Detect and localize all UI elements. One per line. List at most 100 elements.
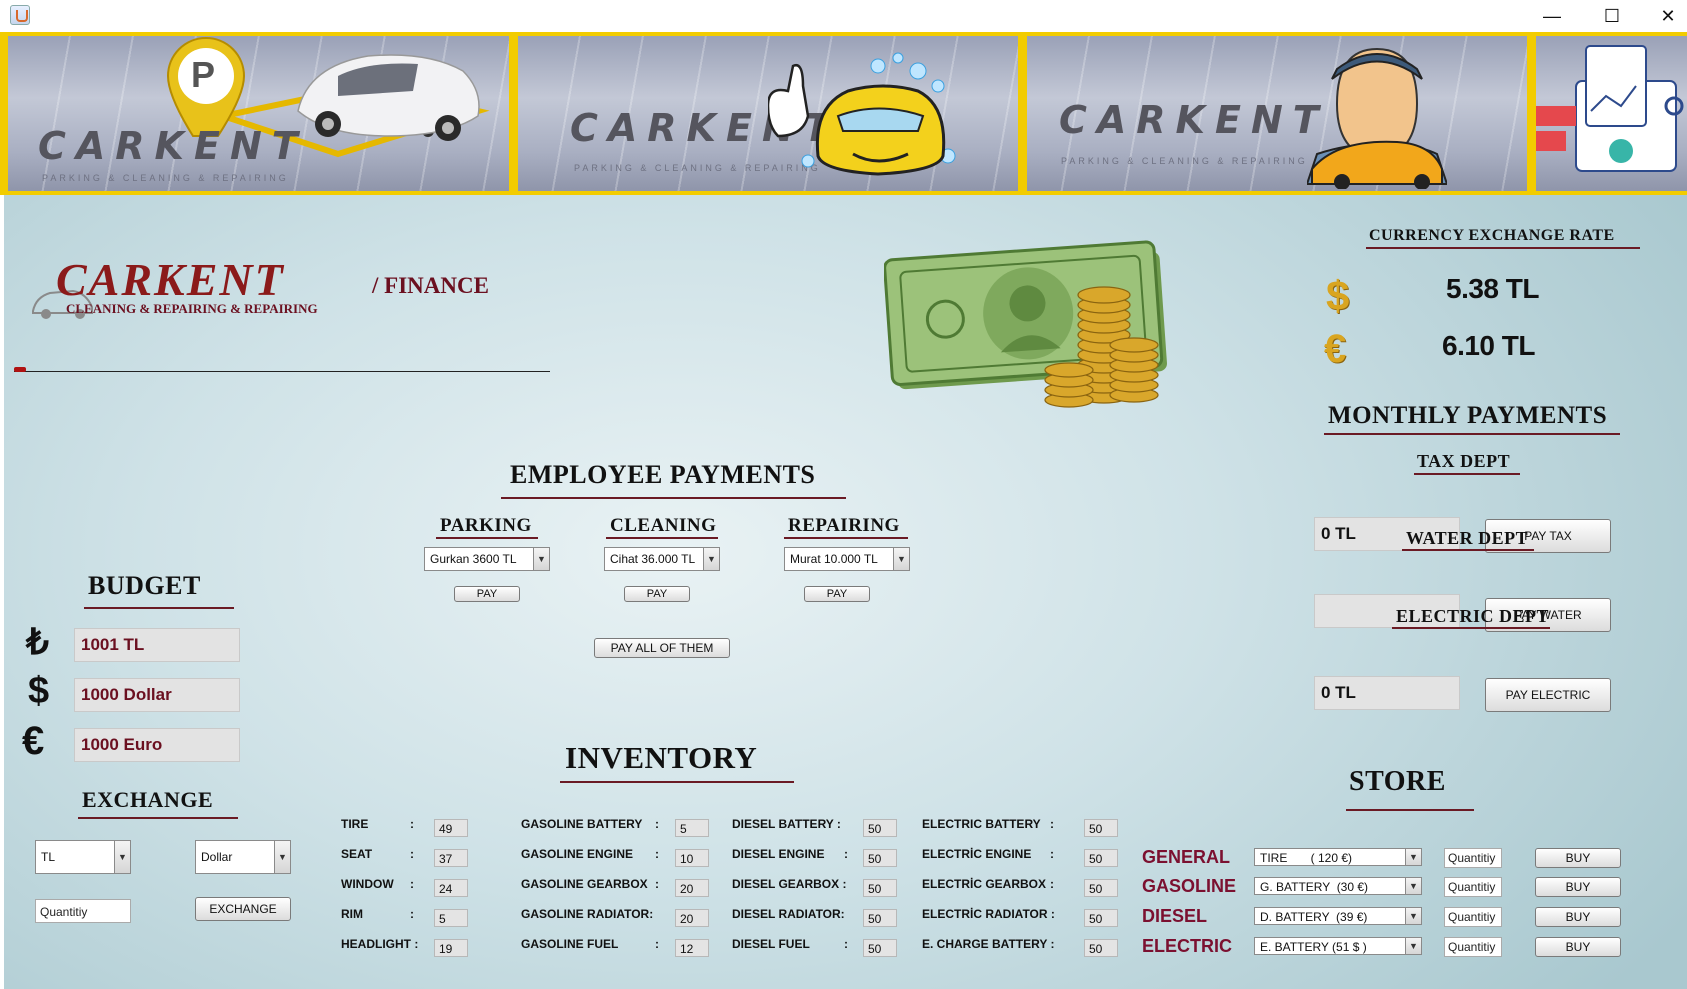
repairing-underline bbox=[784, 537, 908, 539]
budget-dollar-field[interactable]: 1000 Dollar bbox=[74, 678, 240, 712]
buy-diesel-button[interactable]: BUY bbox=[1535, 907, 1621, 927]
banner-panel-repairing: CARKENT PARKING & CLEANING & REPAIRING bbox=[1027, 36, 1527, 191]
inventory-label: DIESEL FUEL bbox=[732, 937, 810, 951]
inventory-value[interactable]: 50 bbox=[1084, 879, 1118, 897]
inventory-title-underline bbox=[560, 781, 794, 783]
finance-main-panel: CARKENT / FINANCE CLEANING & REPAIRING &… bbox=[4, 195, 1687, 989]
inventory-value[interactable]: 49 bbox=[434, 819, 468, 837]
inventory-label: SEAT bbox=[341, 847, 373, 861]
store-gasoline-quantity[interactable]: Quantitiy bbox=[1444, 877, 1502, 897]
banner-brand: CARKENT bbox=[38, 124, 308, 168]
pay-all-button[interactable]: PAY ALL OF THEM bbox=[594, 638, 730, 658]
inventory-value[interactable]: 50 bbox=[863, 939, 897, 957]
inventory-colon: : bbox=[655, 877, 659, 891]
store-general-quantity[interactable]: Quantitiy bbox=[1444, 848, 1502, 868]
budget-euro-field[interactable]: 1000 Euro bbox=[74, 728, 240, 762]
store-general-select[interactable]: TIRE ( 120 €) ▼ bbox=[1254, 848, 1422, 866]
gold-dollar-icon: $ bbox=[1326, 272, 1350, 319]
maximize-button[interactable]: ☐ bbox=[1584, 0, 1640, 32]
exchange-quantity-input[interactable]: Quantitiy bbox=[35, 899, 131, 923]
chevron-down-icon: ▼ bbox=[114, 841, 130, 873]
inventory-colon: : bbox=[655, 937, 659, 951]
inventory-value[interactable]: 50 bbox=[1084, 819, 1118, 837]
pay-repairing-button[interactable]: PAY bbox=[804, 586, 870, 602]
store-electric-quantity[interactable]: Quantitiy bbox=[1444, 937, 1502, 957]
budget-tl-field[interactable]: 1001 TL bbox=[74, 628, 240, 662]
inventory-label: GASOLINE BATTERY bbox=[521, 817, 643, 831]
store-electric-select[interactable]: E. BATTERY (51 $ ) ▼ bbox=[1254, 937, 1422, 955]
parking-label: PARKING bbox=[440, 515, 532, 536]
inventory-label: ELECTRİC GEARBOX bbox=[922, 877, 1047, 891]
minimize-button[interactable]: — bbox=[1524, 0, 1580, 32]
currency-title-underline bbox=[1366, 247, 1640, 249]
budget-title-underline bbox=[84, 607, 234, 609]
inventory-colon: : bbox=[1050, 877, 1054, 891]
inventory-value[interactable]: 19 bbox=[434, 939, 468, 957]
electric-amount-field[interactable]: 0 TL bbox=[1314, 676, 1460, 710]
inventory-label: HEADLIGHT : bbox=[341, 937, 419, 951]
inventory-label: DIESEL GEARBOX : bbox=[732, 877, 847, 891]
inventory-value[interactable]: 20 bbox=[675, 909, 709, 927]
chevron-down-icon: ▼ bbox=[533, 548, 549, 570]
tax-dept-label: TAX DEPT bbox=[1417, 451, 1511, 471]
inventory-label: RIM bbox=[341, 907, 363, 921]
buy-gasoline-button[interactable]: BUY bbox=[1535, 877, 1621, 897]
inventory-value[interactable]: 50 bbox=[1084, 849, 1118, 867]
banner-tagline: PARKING & CLEANING & REPAIRING bbox=[1061, 156, 1308, 166]
inventory-value[interactable]: 50 bbox=[863, 879, 897, 897]
exchange-from-value: TL bbox=[41, 850, 56, 864]
cleaning-employee-select[interactable]: Cihat 36.000 TL ▼ bbox=[604, 547, 720, 571]
inventory-value[interactable]: 37 bbox=[434, 849, 468, 867]
inventory-value[interactable]: 50 bbox=[1084, 939, 1118, 957]
mechanic-illustration bbox=[1307, 47, 1447, 189]
electric-dept-label: ELECTRIC DEPT bbox=[1396, 606, 1550, 626]
buy-electric-button[interactable]: BUY bbox=[1535, 937, 1621, 957]
inventory-colon: : bbox=[844, 847, 848, 861]
inventory-label: GASOLINE GEARBOX bbox=[521, 877, 648, 891]
pay-cleaning-button[interactable]: PAY bbox=[624, 586, 690, 602]
inventory-label: DIESEL RADIATOR: bbox=[732, 907, 845, 921]
store-electric-value: E. BATTERY (51 $ ) bbox=[1260, 940, 1367, 954]
parking-employee-select[interactable]: Gurkan 3600 TL ▼ bbox=[424, 547, 550, 571]
store-general-value: TIRE ( 120 €) bbox=[1260, 851, 1353, 865]
inventory-value[interactable]: 5 bbox=[434, 909, 468, 927]
inventory-colon: : bbox=[410, 877, 414, 891]
inventory-value[interactable]: 50 bbox=[863, 819, 897, 837]
chevron-down-icon: ▼ bbox=[893, 548, 909, 570]
buy-general-button[interactable]: BUY bbox=[1535, 848, 1621, 868]
store-diesel-value: D. BATTERY (39 €) bbox=[1260, 910, 1368, 924]
inventory-value[interactable]: 50 bbox=[863, 849, 897, 867]
pay-parking-button[interactable]: PAY bbox=[454, 586, 520, 602]
inventory-colon: : bbox=[1050, 817, 1054, 831]
repairing-employee-select[interactable]: Murat 10.000 TL ▼ bbox=[784, 547, 910, 571]
inventory-label: E. CHARGE BATTERY : bbox=[922, 937, 1055, 951]
inventory-value[interactable]: 5 bbox=[675, 819, 709, 837]
exchange-from-select[interactable]: TL ▼ bbox=[35, 840, 131, 874]
chevron-down-icon: ▼ bbox=[1405, 878, 1421, 894]
store-diesel-select[interactable]: D. BATTERY (39 €) ▼ bbox=[1254, 907, 1422, 925]
store-gasoline-select[interactable]: G. BATTERY (30 €) ▼ bbox=[1254, 877, 1422, 895]
inventory-label: ELECTRİC RADIATOR : bbox=[922, 907, 1055, 921]
app-window: — ☐ ✕ P CARKENT PARKING & CLEANING & REP… bbox=[0, 0, 1687, 989]
inventory-label: WINDOW bbox=[341, 877, 394, 891]
chevron-down-icon: ▼ bbox=[703, 548, 719, 570]
pay-electric-button[interactable]: PAY ELECTRIC bbox=[1485, 678, 1611, 712]
electric-dept-underline bbox=[1392, 627, 1550, 629]
inventory-label: TIRE bbox=[341, 817, 369, 831]
inventory-value[interactable]: 20 bbox=[675, 879, 709, 897]
inventory-value[interactable]: 24 bbox=[434, 879, 468, 897]
inventory-value[interactable]: 50 bbox=[863, 909, 897, 927]
cleaning-underline bbox=[606, 537, 718, 539]
chevron-down-icon: ▼ bbox=[1405, 849, 1421, 865]
inventory-value[interactable]: 10 bbox=[675, 849, 709, 867]
exchange-to-select[interactable]: Dollar ▼ bbox=[195, 840, 291, 874]
inventory-label: DIESEL BATTERY : bbox=[732, 817, 841, 831]
close-button[interactable]: ✕ bbox=[1640, 0, 1687, 32]
store-diesel-quantity[interactable]: Quantitiy bbox=[1444, 907, 1502, 927]
inventory-colon: : bbox=[410, 817, 414, 831]
inventory-value[interactable]: 12 bbox=[675, 939, 709, 957]
repairing-employee-value: Murat 10.000 TL bbox=[790, 552, 878, 566]
exchange-button[interactable]: EXCHANGE bbox=[195, 897, 291, 921]
money-stack-illustration bbox=[884, 240, 1167, 408]
inventory-value[interactable]: 50 bbox=[1084, 909, 1118, 927]
